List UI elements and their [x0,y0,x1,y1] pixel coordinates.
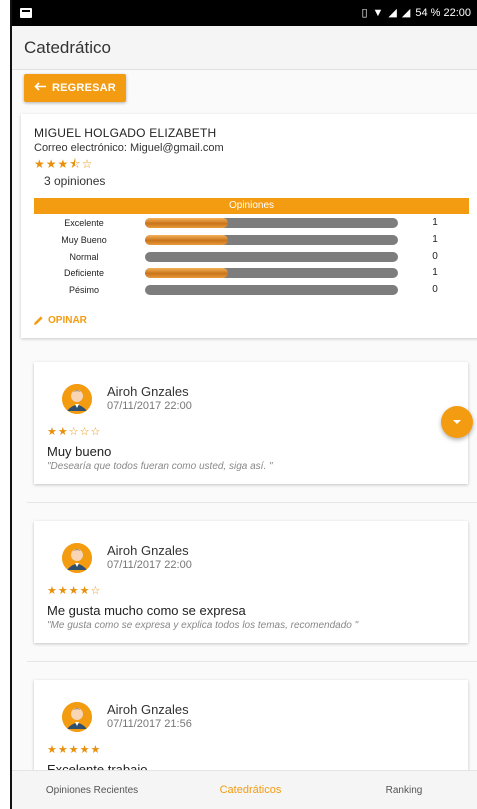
breakdown-count: 1 [432,217,438,228]
notification-icon [20,8,32,18]
review-user-name: Airoh Gnzales [107,384,189,399]
avatar [62,384,92,414]
breakdown-label: Excelente [64,218,104,228]
avatar [62,702,92,732]
nav-opiniones-recientes[interactable]: Opiniones Recientes [12,771,172,809]
breakdown-count: 0 [432,251,438,262]
opinar-label: OPINAR [48,315,87,326]
arrow-left-icon [34,82,47,94]
review-date: 07/11/2017 22:00 [107,559,192,571]
breakdown-count: 1 [432,267,438,278]
breakdown-row-deficiente: Deficiente 1 [34,265,469,281]
page-title: Catedrático [24,37,111,57]
review-date: 07/11/2017 21:56 [107,718,192,730]
app-screen: ▯ ▼ ◢ ◢ 54 % 22:00 Catedrático REGRESAR … [10,0,477,809]
review-comment: "Me gusta como se expresa y explica todo… [47,620,359,631]
back-button[interactable]: REGRESAR [24,74,126,102]
review-user-name: Airoh Gnzales [107,543,189,558]
breakdown-fill [145,218,229,228]
back-button-label: REGRESAR [52,82,116,94]
breakdown-bar [145,218,398,228]
signal-icon-2: ◢ [401,6,411,19]
battery-time: 54 % 22:00 [415,7,471,19]
breakdown-row-normal: Normal 0 [34,249,469,265]
review-title: Muy bueno [47,444,112,459]
bottom-navigation: Opiniones Recientes Catedráticos Ranking [12,770,477,809]
opinions-count: 3 opiniones [44,174,106,188]
breakdown-row-muy-bueno: Muy Bueno 1 [34,232,469,248]
breakdown-bar [145,285,398,295]
pencil-icon [33,315,44,326]
device-frame [0,0,10,809]
breakdown-fill [145,268,229,278]
status-bar: ▯ ▼ ◢ ◢ 54 % 22:00 [12,0,477,26]
review-comment: "Desearía que todos fueran como usted, s… [47,461,273,472]
breakdown-count: 0 [432,284,438,295]
vibrate-icon: ▯ [361,6,368,19]
breakdown-count: 1 [432,234,438,245]
breakdown-label: Pésimo [68,285,99,295]
professor-card: MIGUEL HOLGADO ELIZABETH Correo electrón… [21,114,477,338]
review-card[interactable]: Airoh Gnzales 07/11/2017 22:00 ★★★★☆ Me … [34,521,468,643]
opinar-button[interactable]: OPINAR [33,315,87,326]
wifi-icon: ▼ [372,6,384,19]
professor-rating-stars: ★★★⯪☆ [34,157,94,171]
review-title: Me gusta mucho como se expresa [47,603,246,618]
divider [27,502,477,503]
professor-name: MIGUEL HOLGADO ELIZABETH [34,126,217,140]
breakdown-label: Deficiente [63,268,105,278]
divider [27,661,477,662]
review-rating-stars: ★★☆☆☆ [47,426,102,438]
breakdown-bar [145,268,398,278]
review-date: 07/11/2017 22:00 [107,400,192,412]
expand-fab[interactable] [441,406,473,438]
professor-email: Correo electrónico: Miguel@gmail.com [34,142,224,154]
breakdown-fill [145,235,229,245]
breakdown-bar [145,235,398,245]
app-bar: Catedrático [12,26,477,70]
signal-icon: ◢ [388,6,397,19]
breakdown-bar [145,252,398,262]
review-rating-stars: ★★★★★ [47,744,102,756]
breakdown-row-pesimo: Pésimo 0 [34,282,469,298]
breakdown-row-excelente: Excelente 1 [34,215,469,231]
nav-ranking[interactable]: Ranking [329,771,477,809]
avatar [62,543,92,573]
chevron-down-icon [451,413,463,431]
review-user-name: Airoh Gnzales [107,702,189,717]
review-card[interactable]: Airoh Gnzales 07/11/2017 22:00 ★★☆☆☆ Muy… [34,362,468,484]
breakdown-label: Muy Bueno [61,235,107,245]
opinions-header: Opiniones [34,198,469,214]
breakdown-label: Normal [69,252,99,262]
nav-catedraticos[interactable]: Catedráticos [172,771,329,809]
review-rating-stars: ★★★★☆ [47,585,102,597]
